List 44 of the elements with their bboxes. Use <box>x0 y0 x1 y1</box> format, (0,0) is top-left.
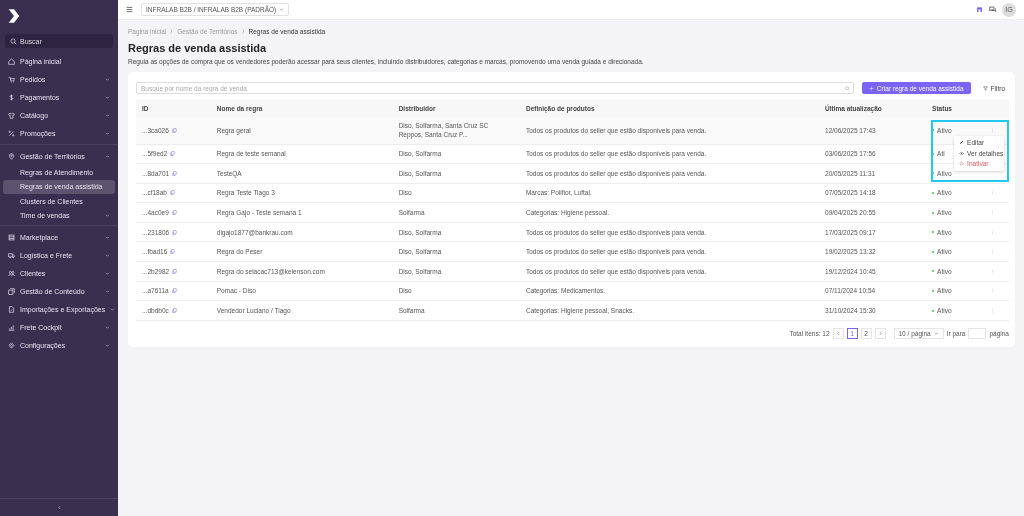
store-icon <box>8 233 15 241</box>
copy-icon <box>170 249 176 255</box>
windows-icon <box>8 287 15 295</box>
plus-icon <box>868 85 874 91</box>
copy-icon <box>172 268 178 274</box>
next-page-button[interactable] <box>874 327 886 339</box>
slash-icon <box>240 29 246 34</box>
pencil-icon <box>959 140 965 146</box>
copy-icon <box>172 170 178 176</box>
eye-icon <box>959 150 965 156</box>
chat-icon <box>989 6 996 13</box>
file-icon <box>8 305 15 313</box>
shirt-icon <box>8 111 15 119</box>
page-input[interactable] <box>968 327 987 339</box>
percent-icon <box>8 129 15 137</box>
store-icon <box>976 6 983 13</box>
copy-icon <box>171 288 177 294</box>
chevron-right-icon <box>877 330 883 336</box>
copy-icon <box>170 151 176 157</box>
chevron-left-icon <box>56 505 62 510</box>
search-icon <box>10 37 17 45</box>
truck-icon <box>8 251 15 259</box>
chevron-down-icon <box>933 330 939 336</box>
previous-page-button[interactable] <box>832 327 844 339</box>
copy-icon <box>172 229 178 235</box>
logo-icon <box>7 8 21 24</box>
chevron-left-icon <box>835 330 841 336</box>
cart-icon <box>8 75 15 83</box>
copy-icon <box>171 210 177 216</box>
filter-icon <box>982 85 988 91</box>
copy-icon <box>171 127 177 133</box>
home-icon <box>8 57 15 65</box>
copy-icon <box>171 308 177 314</box>
dollar-icon <box>8 93 15 101</box>
chevron-down-icon <box>279 7 285 12</box>
page-title: Regras de venda assistida <box>128 42 268 54</box>
bar-chart-icon <box>8 323 15 331</box>
search-icon <box>844 85 850 91</box>
menu-icon <box>126 6 133 13</box>
users-icon <box>8 269 15 277</box>
copy-icon <box>169 190 175 196</box>
power-icon <box>959 161 965 167</box>
map-pin-icon <box>8 152 15 160</box>
slash-icon <box>169 29 175 34</box>
